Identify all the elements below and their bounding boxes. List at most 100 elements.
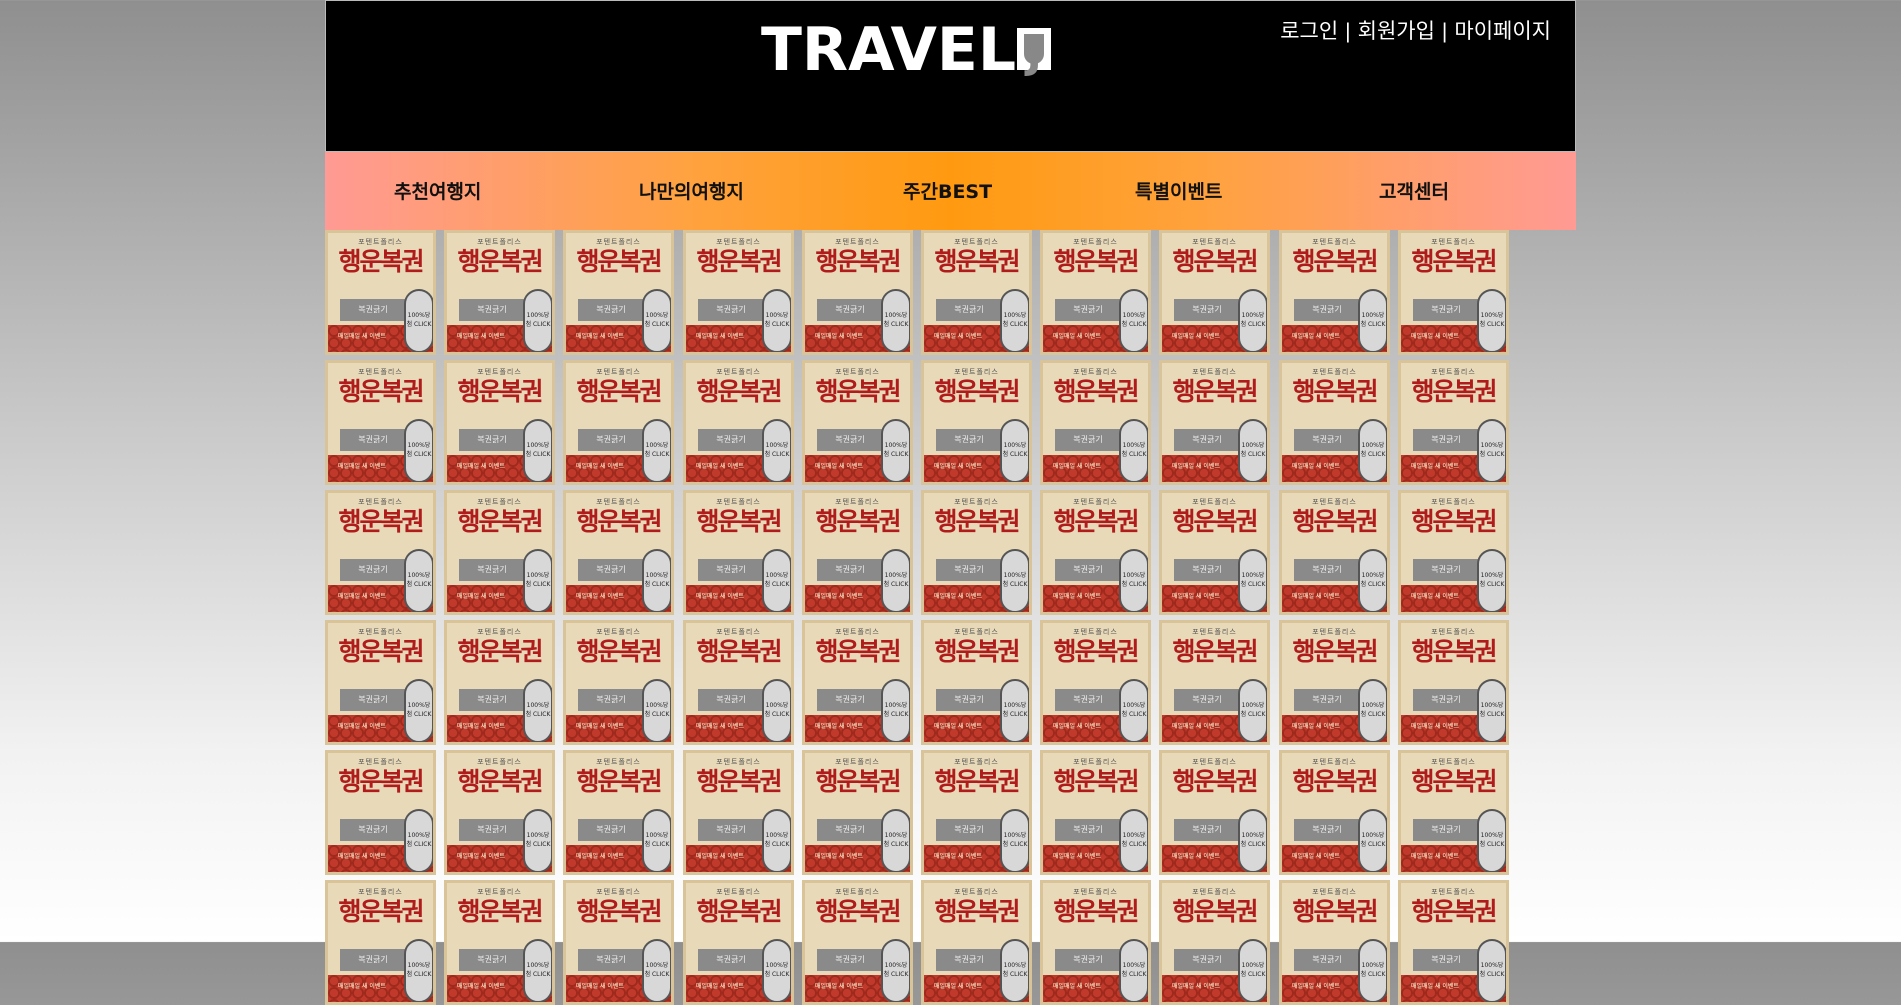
ticket-top-text: 포텐트폴리스 [954,758,999,766]
lottery-ticket-banner[interactable]: 포텐트폴리스 행운복권 매일매일 새 이벤트 복권긁기 100%당첨 CLICK [1279,230,1390,355]
lottery-ticket-banner[interactable]: 포텐트폴리스 행운복권 매일매일 새 이벤트 복권긁기 100%당첨 CLICK [1398,230,1509,355]
lottery-ticket-banner[interactable]: 포텐트폴리스 행운복권 매일매일 새 이벤트 복권긁기 100%당첨 CLICK [1159,750,1270,875]
ticket-top-text: 포텐트폴리스 [716,368,761,376]
nav-item-my-travel[interactable]: 나만의여행지 [639,177,744,204]
lottery-ticket-banner[interactable]: 포텐트폴리스 행운복권 매일매일 새 이벤트 복권긁기 100%당첨 CLICK [1398,750,1509,875]
lottery-ticket-banner[interactable]: 포텐트폴리스 행운복권 매일매일 새 이벤트 복권긁기 100%당첨 CLICK [683,750,794,875]
ticket-bottom-text: 매일매일 새 이벤트 [1053,853,1101,860]
lottery-ticket-banner[interactable]: 포텐트폴리스 행운복권 매일매일 새 이벤트 복권긁기 100%당첨 CLICK [325,750,436,875]
lottery-ticket-banner[interactable]: 포텐트폴리스 행운복권 매일매일 새 이벤트 복권긁기 100%당첨 CLICK [563,750,674,875]
lottery-ticket-banner[interactable]: 포텐트폴리스 행운복권 매일매일 새 이벤트 복권긁기 100%당첨 CLICK [921,230,1032,355]
lottery-ticket-banner[interactable]: 포텐트폴리스 행운복권 매일매일 새 이벤트 복권긁기 100%당첨 CLICK [1279,880,1390,1005]
lottery-ticket-banner[interactable]: 포텐트폴리스 행운복권 매일매일 새 이벤트 복권긁기 100%당첨 CLICK [325,360,436,485]
ticket-bottom-text: 매일매일 새 이벤트 [1411,723,1459,730]
ticket-click-badge: 100%당첨 CLICK [1238,419,1267,482]
lottery-ticket-banner[interactable]: 포텐트폴리스 행운복권 매일매일 새 이벤트 복권긁기 100%당첨 CLICK [325,230,436,355]
lottery-ticket-banner[interactable]: 포텐트폴리스 행운복권 매일매일 새 이벤트 복권긁기 100%당첨 CLICK [563,620,674,745]
logo-box-letter: J [1024,34,1045,76]
lottery-ticket-banner[interactable]: 포텐트폴리스 행운복권 매일매일 새 이벤트 복권긁기 100%당첨 CLICK [563,880,674,1005]
lottery-ticket-banner[interactable]: 포텐트폴리스 행운복권 매일매일 새 이벤트 복권긁기 100%당첨 CLICK [1159,880,1270,1005]
lottery-ticket-banner[interactable]: 포텐트폴리스 행운복권 매일매일 새 이벤트 복권긁기 100%당첨 CLICK [683,880,794,1005]
ticket-top-text: 포텐트폴리스 [1192,368,1237,376]
ticket-scratch-bar: 복권긁기 [578,429,644,451]
lottery-ticket-banner[interactable]: 포텐트폴리스 행운복권 매일매일 새 이벤트 복권긁기 100%당첨 CLICK [1398,880,1509,1005]
lottery-ticket-banner[interactable]: 포텐트폴리스 행운복권 매일매일 새 이벤트 복권긁기 100%당첨 CLICK [444,360,555,485]
ticket-top-text: 포텐트폴리스 [716,238,761,246]
ticket-scratch-bar: 복권긁기 [1413,949,1479,971]
lottery-ticket-banner[interactable]: 포텐트폴리스 행운복권 매일매일 새 이벤트 복권긁기 100%당첨 CLICK [1398,490,1509,615]
separator: | [1345,20,1351,43]
lottery-ticket-banner[interactable]: 포텐트폴리스 행운복권 매일매일 새 이벤트 복권긁기 100%당첨 CLICK [1398,620,1509,745]
lottery-ticket-banner[interactable]: 포텐트폴리스 행운복권 매일매일 새 이벤트 복권긁기 100%당첨 CLICK [325,880,436,1005]
ticket-bottom-text: 매일매일 새 이벤트 [457,723,505,730]
nav-item-recommended[interactable]: 추천여행지 [394,177,481,204]
lottery-ticket-banner[interactable]: 포텐트폴리스 행운복권 매일매일 새 이벤트 복권긁기 100%당첨 CLICK [1040,360,1151,485]
site-logo[interactable]: TRAVEL J [761,15,1052,85]
lottery-ticket-banner[interactable]: 포텐트폴리스 행운복권 매일매일 새 이벤트 복권긁기 100%당첨 CLICK [444,490,555,615]
lottery-ticket-banner[interactable]: 포텐트폴리스 행운복권 매일매일 새 이벤트 복권긁기 100%당첨 CLICK [802,620,913,745]
lottery-ticket-banner[interactable]: 포텐트폴리스 행운복권 매일매일 새 이벤트 복권긁기 100%당첨 CLICK [563,230,674,355]
lottery-ticket-banner[interactable]: 포텐트폴리스 행운복권 매일매일 새 이벤트 복권긁기 100%당첨 CLICK [802,880,913,1005]
lottery-ticket-banner[interactable]: 포텐트폴리스 행운복권 매일매일 새 이벤트 복권긁기 100%당첨 CLICK [1159,230,1270,355]
ticket-scratch-bar: 복권긁기 [817,949,883,971]
ticket-click-badge: 100%당첨 CLICK [762,939,791,1002]
nav-item-weekly-best[interactable]: 주간BEST [903,177,992,204]
lottery-ticket-banner[interactable]: 포텐트폴리스 행운복권 매일매일 새 이벤트 복권긁기 100%당첨 CLICK [1040,230,1151,355]
lottery-ticket-banner[interactable]: 포텐트폴리스 행운복권 매일매일 새 이벤트 복권긁기 100%당첨 CLICK [1040,750,1151,875]
lottery-ticket-banner[interactable]: 포텐트폴리스 행운복권 매일매일 새 이벤트 복권긁기 100%당첨 CLICK [444,750,555,875]
login-link[interactable]: 로그인 [1280,20,1338,43]
nav-item-customer-center[interactable]: 고객센터 [1379,177,1449,204]
ticket-bottom-text: 매일매일 새 이벤트 [1411,463,1459,470]
ticket-click-badge: 100%당첨 CLICK [881,549,910,612]
lottery-ticket-banner[interactable]: 포텐트폴리스 행운복권 매일매일 새 이벤트 복권긁기 100%당첨 CLICK [444,880,555,1005]
mypage-link[interactable]: 마이페이지 [1454,20,1551,43]
lottery-ticket-banner[interactable]: 포텐트폴리스 행운복권 매일매일 새 이벤트 복권긁기 100%당첨 CLICK [563,360,674,485]
lottery-ticket-banner[interactable]: 포텐트폴리스 행운복권 매일매일 새 이벤트 복권긁기 100%당첨 CLICK [1279,750,1390,875]
ticket-click-badge: 100%당첨 CLICK [881,939,910,1002]
lottery-ticket-banner[interactable]: 포텐트폴리스 행운복권 매일매일 새 이벤트 복권긁기 100%당첨 CLICK [1040,880,1151,1005]
lottery-ticket-banner[interactable]: 포텐트폴리스 행운복권 매일매일 새 이벤트 복권긁기 100%당첨 CLICK [683,360,794,485]
lottery-ticket-banner[interactable]: 포텐트폴리스 행운복권 매일매일 새 이벤트 복권긁기 100%당첨 CLICK [1040,620,1151,745]
lottery-ticket-banner[interactable]: 포텐트폴리스 행운복권 매일매일 새 이벤트 복권긁기 100%당첨 CLICK [1159,490,1270,615]
lottery-ticket-banner[interactable]: 포텐트폴리스 행운복권 매일매일 새 이벤트 복권긁기 100%당첨 CLICK [683,490,794,615]
lottery-ticket-banner[interactable]: 포텐트폴리스 행운복권 매일매일 새 이벤트 복권긁기 100%당첨 CLICK [1398,360,1509,485]
ticket-click-badge: 100%당첨 CLICK [523,809,552,872]
lottery-ticket-banner[interactable]: 포텐트폴리스 행운복권 매일매일 새 이벤트 복권긁기 100%당첨 CLICK [1279,490,1390,615]
lottery-ticket-banner[interactable]: 포텐트폴리스 행운복권 매일매일 새 이벤트 복권긁기 100%당첨 CLICK [802,750,913,875]
lottery-ticket-banner[interactable]: 포텐트폴리스 행운복권 매일매일 새 이벤트 복권긁기 100%당첨 CLICK [802,360,913,485]
lottery-ticket-banner[interactable]: 포텐트폴리스 행운복권 매일매일 새 이벤트 복권긁기 100%당첨 CLICK [1279,620,1390,745]
ticket-top-text: 포텐트폴리스 [954,628,999,636]
ticket-title: 행운복권 [815,897,901,926]
lottery-ticket-banner[interactable]: 포텐트폴리스 행운복권 매일매일 새 이벤트 복권긁기 100%당첨 CLICK [802,490,913,615]
signup-link[interactable]: 회원가입 [1358,20,1435,43]
ticket-title: 행운복권 [1292,247,1378,276]
ticket-scratch-bar: 복권긁기 [1413,559,1479,581]
ticket-scratch-bar: 복권긁기 [698,559,764,581]
ticket-click-badge: 100%당첨 CLICK [1358,939,1387,1002]
lottery-ticket-banner[interactable]: 포텐트폴리스 행운복권 매일매일 새 이벤트 복권긁기 100%당첨 CLICK [921,620,1032,745]
lottery-ticket-banner[interactable]: 포텐트폴리스 행운복권 매일매일 새 이벤트 복권긁기 100%당첨 CLICK [1159,360,1270,485]
lottery-ticket-banner[interactable]: 포텐트폴리스 행운복권 매일매일 새 이벤트 복권긁기 100%당첨 CLICK [683,620,794,745]
lottery-ticket-banner[interactable]: 포텐트폴리스 행운복권 매일매일 새 이벤트 복권긁기 100%당첨 CLICK [325,620,436,745]
lottery-ticket-banner[interactable]: 포텐트폴리스 행운복권 매일매일 새 이벤트 복권긁기 100%당첨 CLICK [444,620,555,745]
lottery-ticket-banner[interactable]: 포텐트폴리스 행운복권 매일매일 새 이벤트 복권긁기 100%당첨 CLICK [325,490,436,615]
lottery-ticket-banner[interactable]: 포텐트폴리스 행운복권 매일매일 새 이벤트 복권긁기 100%당첨 CLICK [921,360,1032,485]
util-links: 로그인 | 회원가입 | 마이페이지 [1280,15,1551,45]
lottery-ticket-banner[interactable]: 포텐트폴리스 행운복권 매일매일 새 이벤트 복권긁기 100%당첨 CLICK [1159,620,1270,745]
lottery-ticket-banner[interactable]: 포텐트폴리스 행운복권 매일매일 새 이벤트 복권긁기 100%당첨 CLICK [921,490,1032,615]
nav-item-special-event[interactable]: 특별이벤트 [1135,177,1222,204]
lottery-ticket-banner[interactable]: 포텐트폴리스 행운복권 매일매일 새 이벤트 복권긁기 100%당첨 CLICK [802,230,913,355]
ticket-bottom-text: 매일매일 새 이벤트 [576,463,624,470]
ticket-title: 행운복권 [1411,767,1497,796]
ticket-title: 행운복권 [1292,377,1378,406]
lottery-ticket-banner[interactable]: 포텐트폴리스 행운복권 매일매일 새 이벤트 복권긁기 100%당첨 CLICK [563,490,674,615]
lottery-ticket-banner[interactable]: 포텐트폴리스 행운복권 매일매일 새 이벤트 복권긁기 100%당첨 CLICK [1040,490,1151,615]
lottery-ticket-banner[interactable]: 포텐트폴리스 행운복권 매일매일 새 이벤트 복권긁기 100%당첨 CLICK [683,230,794,355]
lottery-ticket-banner[interactable]: 포텐트폴리스 행운복권 매일매일 새 이벤트 복권긁기 100%당첨 CLICK [444,230,555,355]
lottery-ticket-banner[interactable]: 포텐트폴리스 행운복권 매일매일 새 이벤트 복권긁기 100%당첨 CLICK [1279,360,1390,485]
ticket-title: 행운복권 [457,247,543,276]
lottery-ticket-banner[interactable]: 포텐트폴리스 행운복권 매일매일 새 이벤트 복권긁기 100%당첨 CLICK [921,880,1032,1005]
lottery-ticket-banner[interactable]: 포텐트폴리스 행운복권 매일매일 새 이벤트 복권긁기 100%당첨 CLICK [921,750,1032,875]
ticket-title: 행운복권 [1292,507,1378,536]
ticket-top-text: 포텐트폴리스 [1312,888,1357,896]
